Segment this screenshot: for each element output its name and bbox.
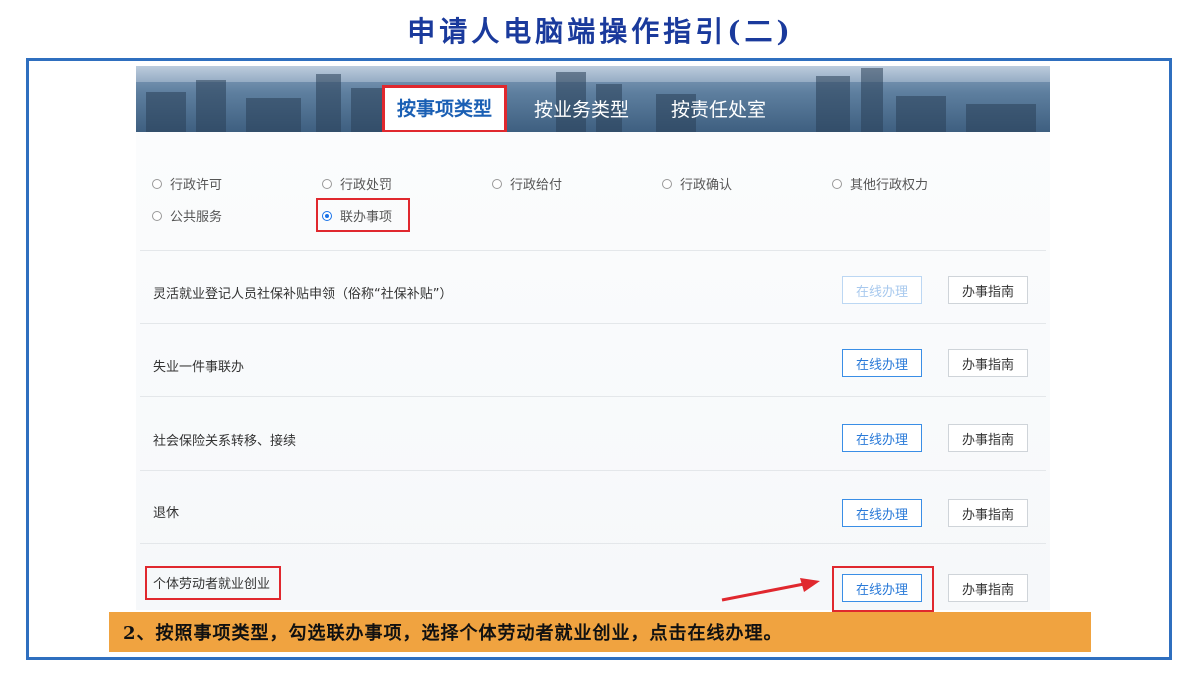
guide-button[interactable]: 办事指南 — [948, 499, 1028, 527]
divider — [140, 396, 1046, 397]
radio-administrative-license[interactable]: 行政许可 — [152, 174, 222, 193]
item-highlight-box — [145, 566, 281, 600]
tab-by-item-type[interactable]: 按事项类型 — [381, 85, 508, 133]
tab-by-business-type[interactable]: 按业务类型 — [522, 90, 641, 130]
item-label: 失业一件事联办 — [153, 360, 245, 375]
instruction-banner: 2、按照事项类型，勾选联办事项，选择个体劳动者就业创业，点击在线办理。 — [109, 612, 1091, 652]
radio-circle-icon — [662, 178, 672, 189]
online-apply-button[interactable]: 在线办理 — [842, 424, 922, 452]
radio-administrative-payment[interactable]: 行政给付 — [492, 174, 562, 193]
red-arrow-icon — [721, 578, 820, 602]
online-apply-button[interactable]: 在线办理 — [842, 349, 922, 377]
radio-administrative-penalty[interactable]: 行政处罚 — [322, 174, 392, 193]
tab-by-department[interactable]: 按责任处室 — [659, 90, 778, 130]
divider — [140, 250, 1046, 251]
divider — [140, 323, 1046, 324]
guide-button[interactable]: 办事指南 — [948, 574, 1028, 602]
item-label: 退休 — [153, 506, 180, 521]
guide-button[interactable]: 办事指南 — [948, 349, 1028, 377]
online-apply-button[interactable]: 在线办理 — [842, 499, 922, 527]
online-apply-button[interactable]: 在线办理 — [842, 276, 922, 304]
guide-button[interactable]: 办事指南 — [948, 276, 1028, 304]
radio-administrative-confirmation[interactable]: 行政确认 — [662, 174, 732, 193]
radio-circle-icon — [322, 178, 332, 189]
tab-bar: 按事项类型 按业务类型 按责任处室 — [381, 84, 796, 133]
divider — [140, 543, 1046, 544]
item-label: 社会保险关系转移、接续 — [153, 434, 297, 449]
radio-highlight-box — [316, 198, 410, 232]
radio-circle-icon — [492, 178, 502, 189]
radio-circle-icon — [152, 210, 162, 221]
guide-button[interactable]: 办事指南 — [948, 424, 1028, 452]
page-title: 申请人电脑端操作指引(二) — [407, 15, 794, 48]
radio-other-administrative-power[interactable]: 其他行政权力 — [832, 174, 928, 193]
button-highlight-box — [832, 566, 934, 612]
radio-public-service[interactable]: 公共服务 — [152, 206, 222, 225]
item-label: 灵活就业登记人员社保补贴申领（俗称“社保补贴”） — [153, 287, 453, 302]
radio-circle-icon — [832, 178, 842, 189]
radio-circle-icon — [152, 178, 162, 189]
divider — [140, 470, 1046, 471]
